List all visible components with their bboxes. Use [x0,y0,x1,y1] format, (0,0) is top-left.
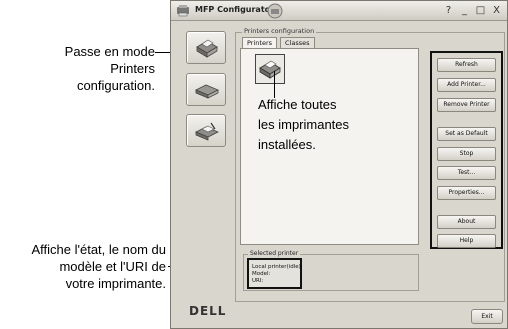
window-controls: ? _ □ X [442,4,503,17]
printer-actions: Refresh Add Printer... Remove Printer Se… [430,51,503,249]
minimize-window-button[interactable]: _ [458,4,471,17]
scanner-icon [195,84,219,99]
annotation-status: Affiche l'état, le nom du modèle et l'UR… [31,242,167,291]
tab-classes[interactable]: Classes [280,37,315,48]
help-window-button[interactable]: ? [442,4,455,17]
help-button[interactable]: Help [437,234,496,248]
scanners-config-mode-button[interactable] [186,73,226,106]
ports-config-mode-button[interactable] [186,114,226,147]
about-button[interactable]: About [437,215,496,229]
printers-configuration-group: Printers configuration Printers Classes … [235,27,505,302]
annotation-installed-line [274,71,275,98]
printers-config-mode-button[interactable] [186,31,226,64]
annotation-installed: Affiche toutes les imprimantes installée… [258,97,350,152]
dell-logo: DELL [189,304,227,318]
port-icon [195,122,219,141]
add-printer-button[interactable]: Add Printer... [437,78,496,92]
window-title: MFP Configurator [195,5,275,14]
title-bar: MFP Configurator ? _ □ X [171,1,507,21]
printer-model: Model: [252,271,271,277]
set-as-default-button[interactable]: Set as Default [437,127,496,141]
close-window-button[interactable]: X [490,4,503,17]
maximize-window-button[interactable]: □ [474,4,487,17]
refresh-button[interactable]: Refresh [437,58,496,72]
selected-printer-label: Selected printer [248,250,301,257]
printer-app-icon [267,3,283,19]
properties-button[interactable]: Properties... [437,186,496,200]
remove-printer-button[interactable]: Remove Printer [437,98,496,112]
app-menu-icon[interactable] [176,4,190,18]
installed-printer-item[interactable] [255,54,285,84]
printer-icon [259,60,281,79]
group-title: Printers configuration [242,27,317,35]
printer-status: Local printer(idle) [252,264,301,270]
printer-icon [196,39,218,58]
mfp-configurator-window: MFP Configurator ? _ □ X Printers config… [170,0,508,329]
test-button[interactable]: Test... [437,166,496,180]
annotation-mode: Passe en mode Printers configuration. [64,44,155,93]
exit-button[interactable]: Exit [471,309,503,324]
selected-printer-group: Selected printer Local printer(idle) Mod… [243,250,419,291]
stop-button[interactable]: Stop [437,147,496,161]
printer-uri: URI: [252,278,264,284]
selected-printer-info: Local printer(idle) Model: URI: [247,258,302,289]
